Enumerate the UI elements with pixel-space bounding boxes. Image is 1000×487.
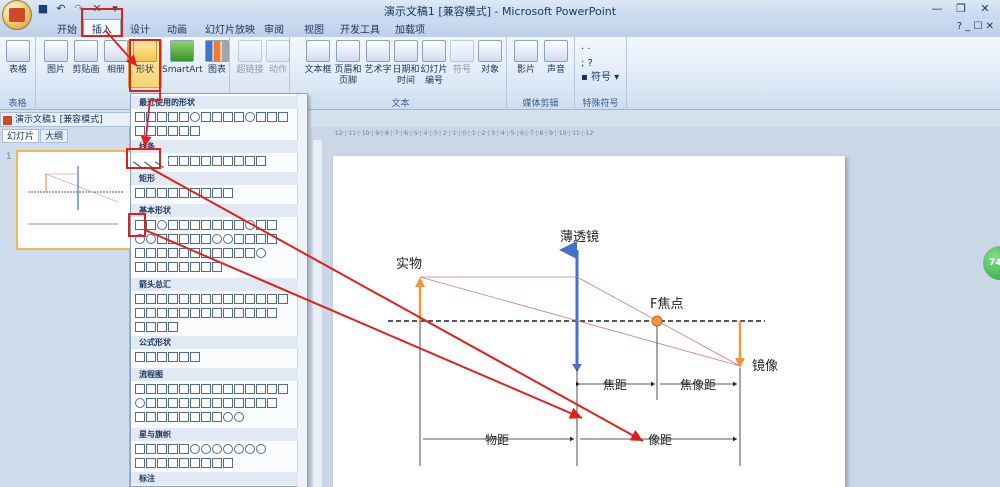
focus-point [651,315,663,327]
focus-label: F焦点 [650,297,683,312]
object-label: 实物 [396,257,422,272]
object-distance-label: 物距 [485,433,509,447]
focal-length-label: 焦距 [603,378,627,392]
focal-image-distance-label: 焦像距 [680,378,716,392]
arrow-textbox-to-diagram [144,229,583,419]
annotation-overlay: 薄透镜 实物 F焦点 镜像 焦距 焦像距 物距 像距 [81,8,778,466]
image-label: 镜像 [752,359,778,374]
insert-tab-highlight-box [81,8,123,37]
lens-diagram: 薄透镜 实物 F焦点 镜像 焦距 焦像距 物距 像距 [388,230,778,466]
shapes-button-highlight-box [129,39,161,92]
image-arrow-head [735,358,745,368]
image-distance-label: 像距 [648,433,672,447]
line-shape-highlight-box [126,148,161,169]
tutorial-annotations [81,8,644,442]
arrow-shapes-to-line [140,73,161,148]
textbox-shape-highlight-box [128,213,146,237]
lens-label: 薄透镜 [560,230,599,245]
arrow-line-to-diagram [149,167,644,442]
office-button[interactable] [2,0,32,30]
object-arrow-head [415,277,425,287]
office-logo-icon [9,8,25,22]
